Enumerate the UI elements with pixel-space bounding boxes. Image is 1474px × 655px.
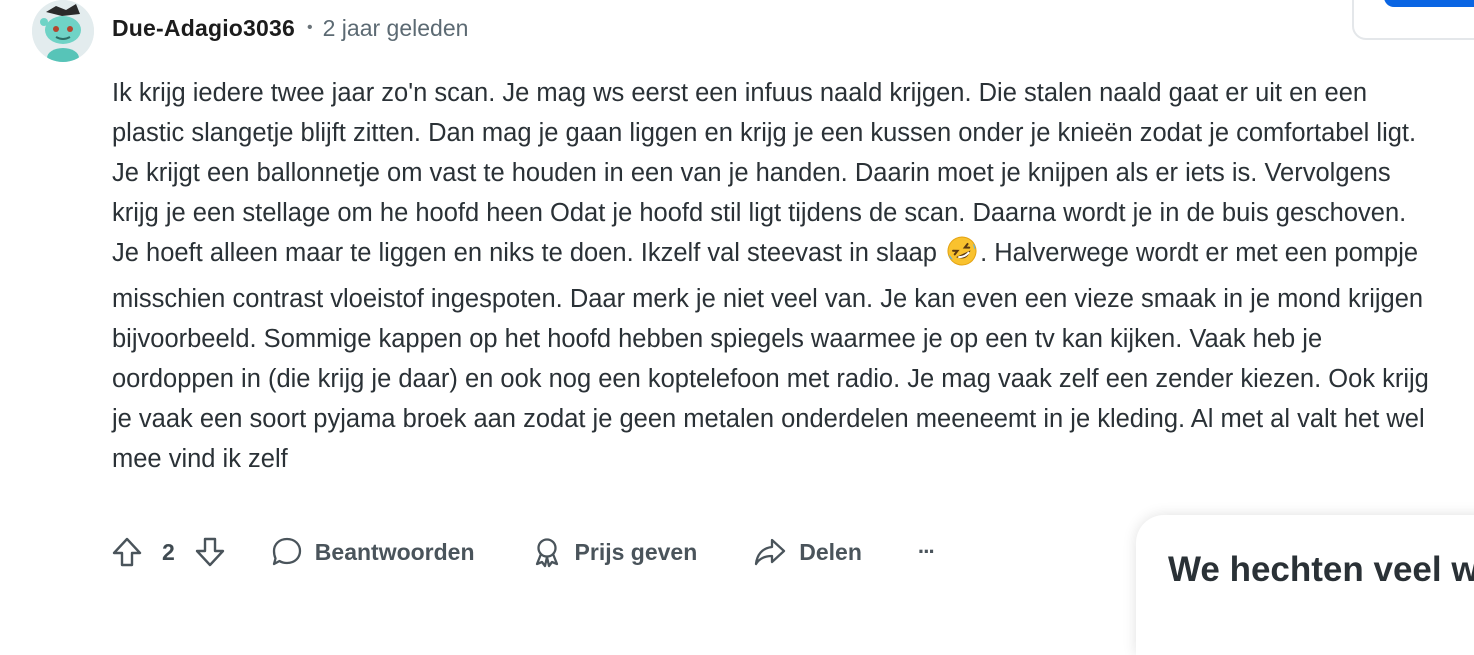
timestamp[interactable]: 2 jaar geleden bbox=[323, 15, 469, 42]
share-label: Delen bbox=[799, 538, 862, 565]
meta-separator: • bbox=[307, 19, 313, 36]
upvote-button[interactable] bbox=[110, 535, 144, 569]
comment-bubble-icon bbox=[272, 537, 301, 566]
award-label: Prijs geven bbox=[574, 538, 698, 565]
comment-meta: Due-Adagio3036 • 2 jaar geleden bbox=[112, 14, 468, 42]
upvote-arrow-icon bbox=[112, 537, 142, 567]
comment-body-part2: . Halverwege wordt er met een pompje mis… bbox=[112, 239, 1429, 473]
avatar[interactable] bbox=[32, 0, 94, 62]
downvote-button[interactable] bbox=[193, 535, 227, 569]
reply-label: Beantwoorden bbox=[314, 538, 475, 565]
comment-body: Ik krijg iedere twee jaar zo'n scan. Je … bbox=[112, 73, 1432, 479]
popup-title: We hechten veel w bbox=[1168, 550, 1474, 589]
award-ribbon-icon bbox=[535, 538, 558, 568]
cookie-consent-popup: We hechten veel w bbox=[1136, 515, 1474, 655]
author-name[interactable]: Due-Adagio3036 bbox=[112, 15, 295, 42]
rolling-on-floor-laughing-emoji bbox=[946, 235, 978, 279]
share-button[interactable]: Delen bbox=[753, 536, 862, 568]
comment-actions: 2 Beantwoorden Prijs geven Delen ··· bbox=[110, 533, 936, 571]
more-options-icon: ··· bbox=[917, 539, 936, 564]
more-options-button[interactable]: ··· bbox=[917, 539, 936, 565]
top-right-button[interactable] bbox=[1384, 0, 1474, 7]
vote-count: 2 bbox=[162, 538, 175, 565]
snoo-avatar-icon bbox=[32, 0, 94, 62]
award-button[interactable]: Prijs geven bbox=[531, 536, 698, 568]
reply-button[interactable]: Beantwoorden bbox=[271, 536, 475, 568]
share-arrow-icon bbox=[755, 538, 786, 566]
downvote-arrow-icon bbox=[195, 537, 224, 567]
